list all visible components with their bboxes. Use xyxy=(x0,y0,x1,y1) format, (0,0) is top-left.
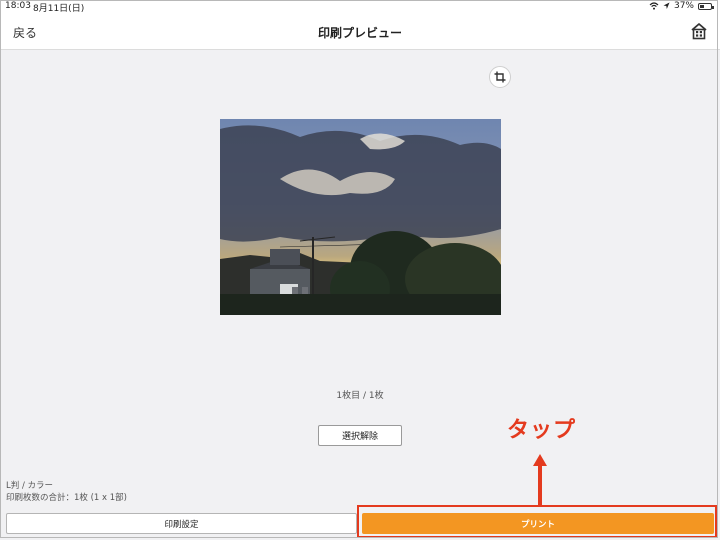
arrow-up-icon xyxy=(533,454,547,506)
page-counter: 1枚目 / 1枚 xyxy=(336,391,384,401)
status-right: 37% xyxy=(649,1,714,11)
page-title: 印刷プレビュー xyxy=(317,26,402,40)
print-settings-button[interactable]: 印刷設定 xyxy=(6,513,357,534)
home-icon[interactable] xyxy=(690,22,708,40)
crop-icon xyxy=(494,71,506,83)
status-bar: 18:03 8月11日(日) 37% xyxy=(0,0,720,14)
tap-annotation: タップ xyxy=(507,418,577,443)
photo-preview xyxy=(220,119,501,315)
location-icon xyxy=(663,2,670,9)
print-total-text: 印刷枚数の合計：1枚 (1 x 1部) xyxy=(6,493,127,503)
battery-percent: 37% xyxy=(673,1,694,11)
print-button[interactable]: プリント xyxy=(362,513,714,534)
status-date: 8月11日(日) xyxy=(33,4,85,14)
battery-icon xyxy=(698,2,714,10)
crop-button[interactable] xyxy=(489,66,511,88)
deselect-button[interactable]: 選択解除 xyxy=(318,425,402,446)
print-info: L判 / カラー 印刷枚数の合計：1枚 (1 x 1部) xyxy=(6,480,127,504)
status-time: 18:03 xyxy=(5,1,31,11)
paper-mode-text: L判 / カラー xyxy=(6,481,54,491)
wifi-icon xyxy=(649,2,659,10)
nav-bar: 戻る 印刷プレビュー xyxy=(0,14,720,50)
